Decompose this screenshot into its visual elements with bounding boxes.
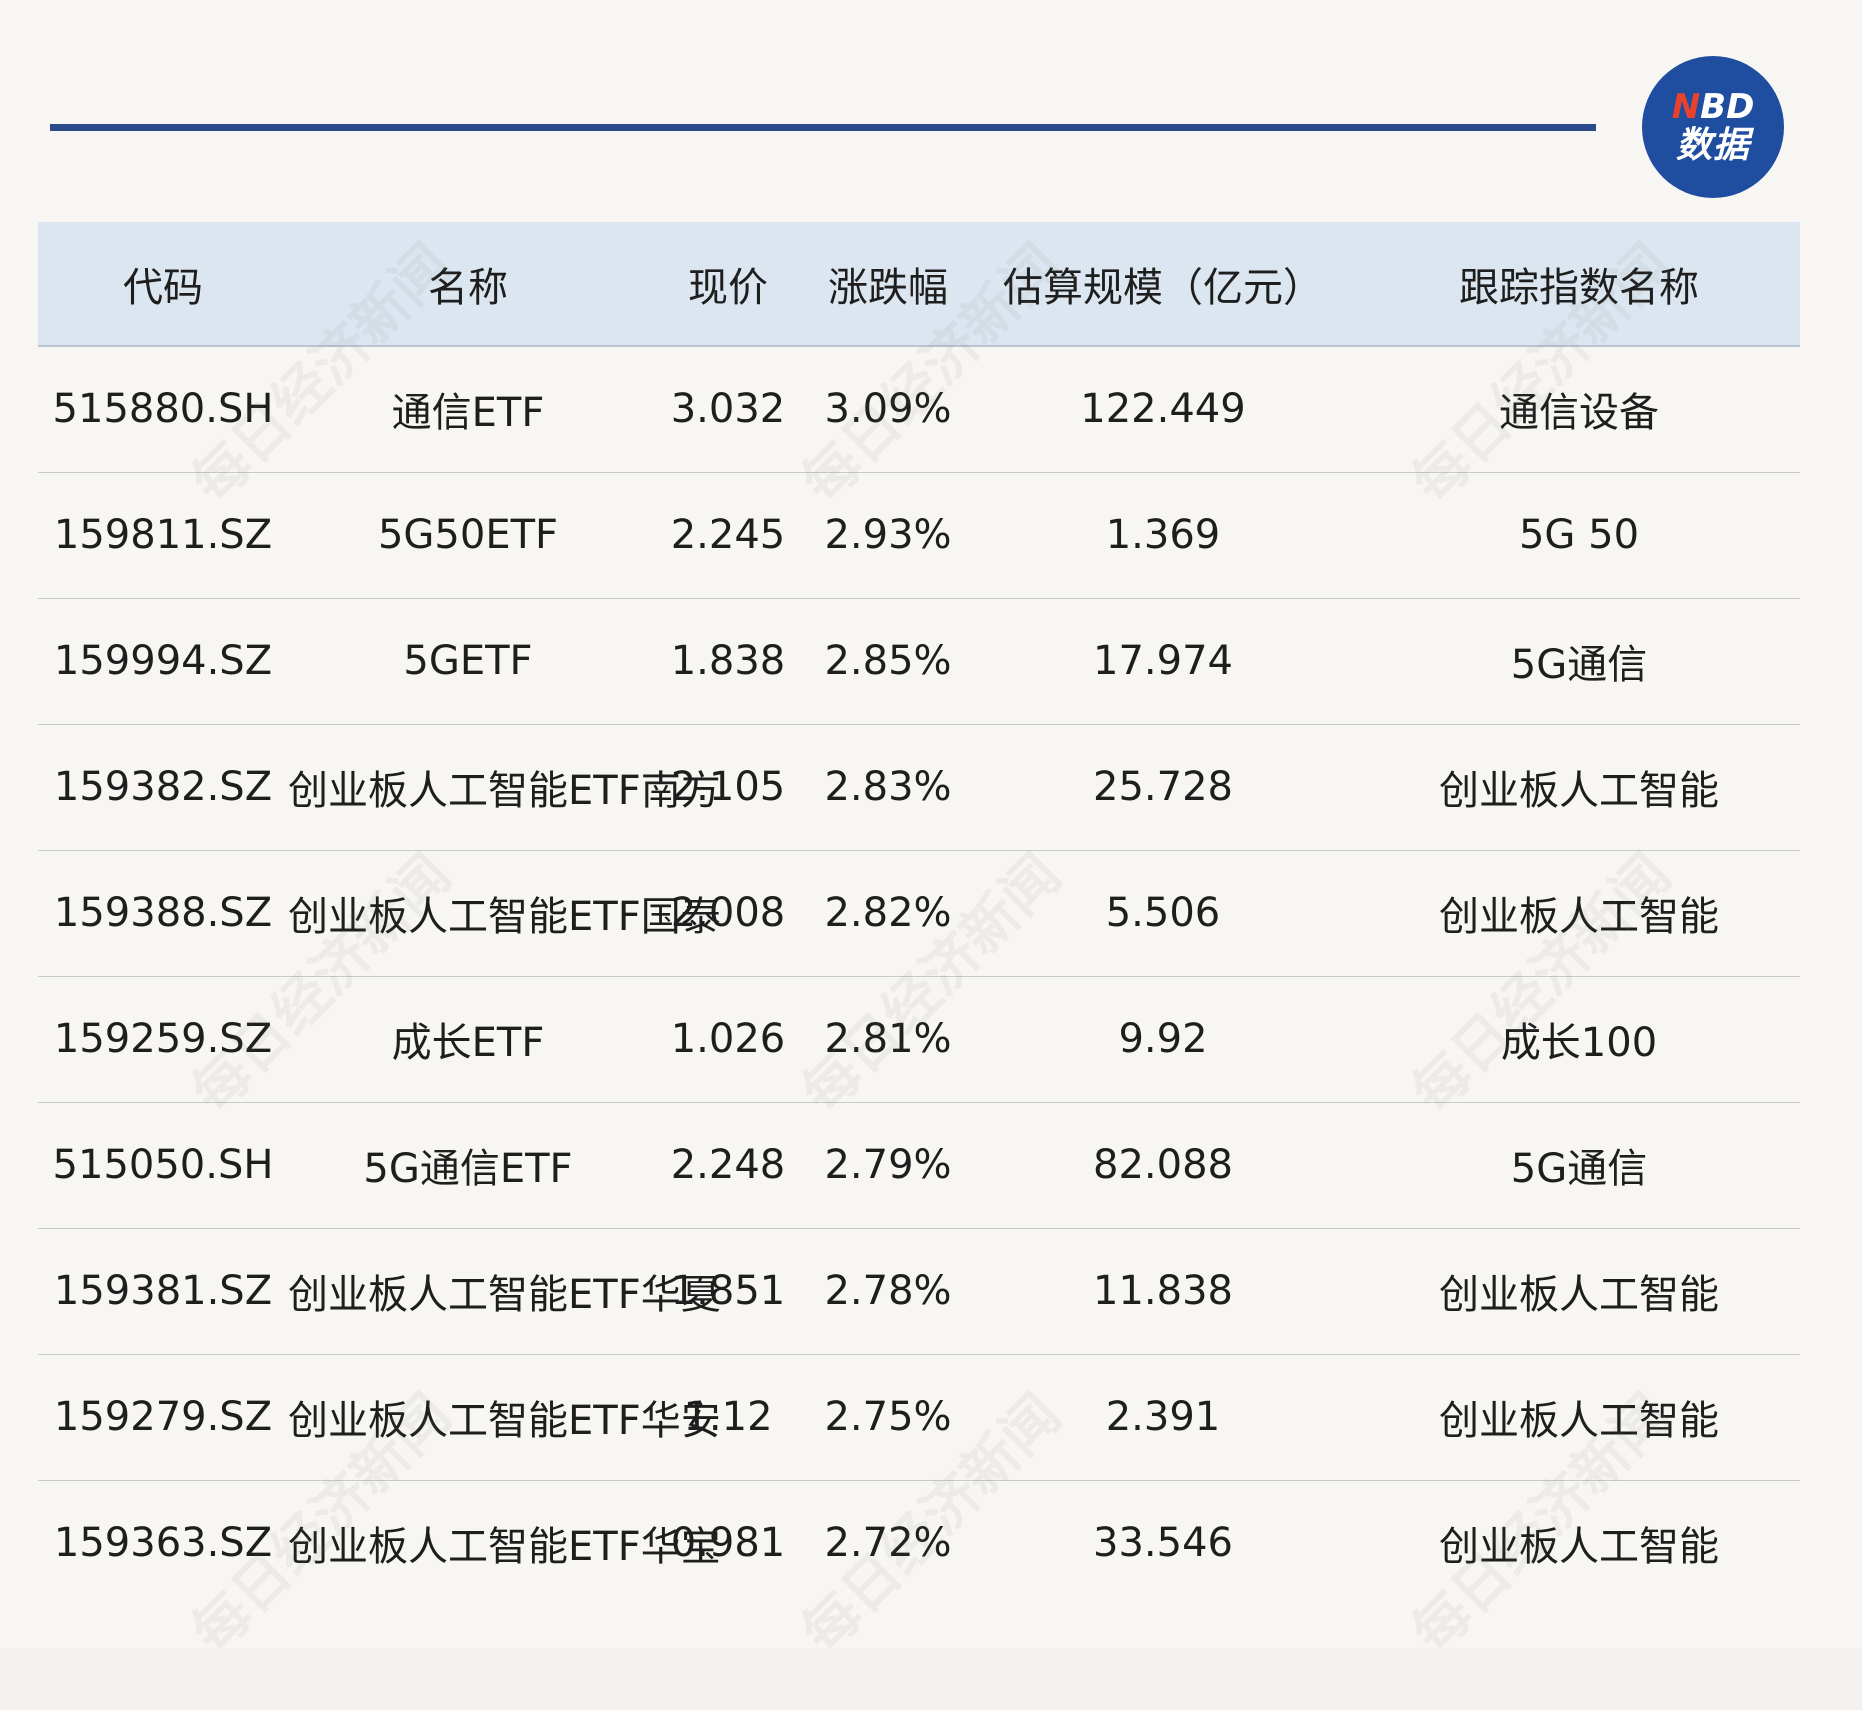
cell-price: 2.245 (648, 472, 808, 599)
cell-change: 2.78% (808, 1228, 968, 1355)
cell-name: 5G50ETF (288, 472, 648, 599)
cell-scale: 122.449 (968, 346, 1358, 473)
header-price: 现价 (648, 222, 808, 347)
cell-change: 2.79% (808, 1102, 968, 1229)
cell-code: 159811.SZ (38, 472, 288, 599)
table-row: 515880.SH 通信ETF 3.032 3.09% 122.449 通信设备 (38, 346, 1800, 473)
cell-code: 515880.SH (38, 346, 288, 473)
cell-price: 0.981 (670, 1520, 786, 1567)
table-row: 159382.SZ 创业板人工智能ETF南方 2.105 2.83% 25.72… (38, 724, 1800, 851)
cell-scale: 33.546 (1093, 1520, 1233, 1567)
cell-change: 2.72% (824, 1520, 952, 1567)
table-row: 159363.SZ 创业板人工智能ETF华宝 0.981 2.72% 33.54… (38, 1480, 1800, 1606)
cell-change: 2.82% (808, 850, 968, 977)
cell-scale: 2.391 (968, 1354, 1358, 1481)
top-rule (50, 124, 1596, 131)
etf-table-container: 代码 名称 现价 涨跌幅 估算规模（亿元） 跟踪指数名称 515880.SH 通… (38, 222, 1800, 1606)
table-header-row: 代码 名称 现价 涨跌幅 估算规模（亿元） 跟踪指数名称 (38, 222, 1800, 347)
cell-scale: 25.728 (968, 724, 1358, 851)
cell-scale: 1.369 (968, 472, 1358, 599)
cell-name: 5G通信ETF (288, 1102, 648, 1229)
cell-code: 159259.SZ (38, 976, 288, 1103)
logo-subtitle: 数据 (1675, 125, 1750, 166)
cell-change: 2.85% (808, 598, 968, 725)
logo-wordmark: NBD (1671, 87, 1755, 127)
cell-name: 5GETF (288, 598, 648, 725)
cell-price: 2.105 (648, 724, 808, 851)
cell-name: 创业板人工智能ETF华夏 (288, 1228, 721, 1355)
cell-code: 159388.SZ (38, 850, 288, 977)
cell-name: 创业板人工智能ETF华安 (288, 1354, 721, 1481)
table-row: 159279.SZ 创业板人工智能ETF华安 1.12 2.75% 2.391 … (38, 1354, 1800, 1481)
cell-index: 5G 50 (1358, 472, 1800, 599)
cell-code: 159994.SZ (38, 598, 288, 725)
cell-index: 创业板人工智能 (1439, 1524, 1719, 1571)
cell-price: 2.248 (648, 1102, 808, 1229)
cell-code: 159381.SZ (38, 1228, 288, 1355)
header-change: 涨跌幅 (808, 222, 968, 347)
cell-index: 通信设备 (1358, 346, 1800, 473)
cell-price: 3.032 (648, 346, 808, 473)
cell-price: 1.851 (648, 1228, 808, 1355)
cell-change: 3.09% (808, 346, 968, 473)
cell-change: 2.83% (808, 724, 968, 851)
cell-name: 创业板人工智能ETF南方 (288, 724, 721, 851)
cell-scale: 5.506 (968, 850, 1358, 977)
footer-band (0, 1648, 1862, 1710)
cell-scale: 17.974 (968, 598, 1358, 725)
table-row: 159259.SZ 成长ETF 1.026 2.81% 9.92 成长100 (38, 976, 1800, 1103)
table-row: 159811.SZ 5G50ETF 2.245 2.93% 1.369 5G 5… (38, 472, 1800, 599)
header-name: 名称 (288, 222, 648, 347)
header-index: 跟踪指数名称 (1358, 222, 1800, 347)
cell-code: 159279.SZ (38, 1354, 288, 1481)
cell-name: 成长ETF (288, 976, 648, 1103)
header-code: 代码 (38, 222, 288, 347)
cell-price: 2.008 (648, 850, 808, 977)
cell-code: 515050.SH (38, 1102, 288, 1229)
cell-index: 5G通信 (1358, 1102, 1800, 1229)
cell-name: 通信ETF (288, 346, 648, 473)
cell-index: 成长100 (1358, 976, 1800, 1103)
table-row: 159994.SZ 5GETF 1.838 2.85% 17.974 5G通信 (38, 598, 1800, 725)
cell-index: 5G通信 (1358, 598, 1800, 725)
cell-index: 创业板人工智能 (1358, 1354, 1800, 1481)
cell-scale: 11.838 (968, 1228, 1358, 1355)
cell-index: 创业板人工智能 (1358, 850, 1800, 977)
cell-index: 创业板人工智能 (1358, 724, 1800, 851)
cell-name: 创业板人工智能ETF国泰 (288, 850, 721, 977)
table-row: 159381.SZ 创业板人工智能ETF华夏 1.851 2.78% 11.83… (38, 1228, 1800, 1355)
etf-table: 代码 名称 现价 涨跌幅 估算规模（亿元） 跟踪指数名称 515880.SH 通… (38, 222, 1800, 1606)
cell-code: 159363.SZ (53, 1520, 273, 1567)
table-row: 515050.SH 5G通信ETF 2.248 2.79% 82.088 5G通… (38, 1102, 1800, 1229)
table-row: 159388.SZ 创业板人工智能ETF国泰 2.008 2.82% 5.506… (38, 850, 1800, 977)
nbd-data-logo: NBD 数据 (1642, 56, 1784, 198)
cell-change: 2.81% (808, 976, 968, 1103)
cell-scale: 82.088 (968, 1102, 1358, 1229)
cell-name: 创业板人工智能ETF华宝 (288, 1524, 721, 1571)
cell-price: 1.026 (648, 976, 808, 1103)
cell-scale: 9.92 (968, 976, 1358, 1103)
cell-code: 159382.SZ (38, 724, 288, 851)
cell-price: 1.838 (648, 598, 808, 725)
cell-index: 创业板人工智能 (1358, 1228, 1800, 1355)
header-scale: 估算规模（亿元） (968, 222, 1358, 347)
cell-change: 2.93% (808, 472, 968, 599)
cell-change: 2.75% (808, 1354, 968, 1481)
